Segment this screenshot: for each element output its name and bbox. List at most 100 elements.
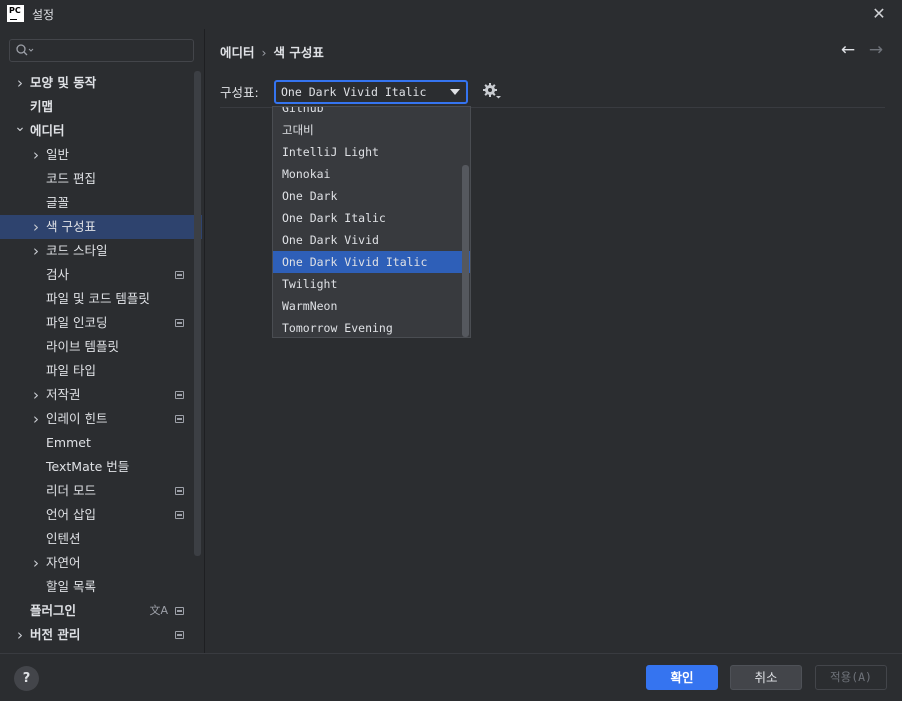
scheme-combobox[interactable]: One Dark Vivid Italic (274, 80, 468, 104)
breadcrumb-separator: › (261, 45, 267, 60)
dropdown-option[interactable]: One Dark Italic (273, 207, 469, 229)
search-input[interactable] (9, 39, 194, 62)
breadcrumb-current: 색 구성표 (273, 45, 324, 60)
sidebar-item-label: 언어 삽입 (46, 507, 96, 522)
sidebar-item-label: 파일 타입 (46, 363, 96, 378)
back-arrow-icon[interactable]: ← (838, 41, 858, 59)
breadcrumb: 에디터 › 색 구성표 (220, 42, 324, 61)
sidebar-item-label: 라이브 템플릿 (46, 339, 119, 354)
sidebar-item[interactable]: 코드 편집 (0, 167, 202, 191)
sidebar-item-label: 일반 (46, 147, 70, 162)
sidebar-item-label: 모양 및 동작 (30, 75, 97, 90)
chevron-right-icon[interactable]: › (30, 143, 42, 167)
dropdown-option[interactable]: Tomorrow Evening (273, 317, 469, 337)
sidebar-item-label: 플러그인 (30, 603, 77, 618)
sidebar-item[interactable]: TextMate 번들 (0, 455, 202, 479)
dialog-footer: ? 확인 취소 적용(A) (0, 653, 902, 701)
forward-arrow-icon[interactable]: → (866, 41, 886, 59)
dropdown-option[interactable]: Twilight (273, 273, 469, 295)
sidebar-item-label: 버전 관리 (30, 627, 81, 642)
sidebar-item[interactable]: › 모양 및 동작 (0, 71, 202, 95)
search-icon (16, 44, 34, 56)
sidebar-item[interactable]: 키맵 (0, 95, 202, 119)
settings-sidebar: › 모양 및 동작 키맵 ⌄ 에디터 › 일반 코드 편집 글꼴 › 색 구성표 › 코드 스타일 검사 파… (0, 29, 205, 653)
sidebar-item-label: 파일 및 코드 템플릿 (46, 291, 150, 306)
chevron-down-icon[interactable]: ⌄ (14, 115, 26, 139)
sidebar-item-label: 검사 (46, 267, 70, 282)
sidebar-item-label: 인레이 힌트 (46, 411, 108, 426)
app-logo-icon: PC (7, 5, 24, 22)
sidebar-item-label: 파일 인코딩 (46, 315, 108, 330)
sidebar-item[interactable]: 인텐션 (0, 527, 202, 551)
chevron-right-icon[interactable]: › (14, 623, 26, 647)
dropdown-option[interactable]: One Dark Vivid (273, 229, 469, 251)
sidebar-item[interactable]: Emmet (0, 431, 202, 455)
sidebar-item-label: 자연어 (46, 555, 81, 570)
dropdown-scrollbar[interactable] (462, 165, 469, 337)
project-scope-icon (175, 511, 184, 519)
dropdown-option[interactable]: One Dark (273, 185, 469, 207)
sidebar-item-label: Emmet (46, 435, 91, 450)
dropdown-option[interactable]: IntelliJ Light (273, 141, 469, 163)
chevron-right-icon[interactable]: › (30, 215, 42, 239)
sidebar-item-label: 인텐션 (46, 531, 81, 546)
dropdown-option[interactable]: Monokai (273, 163, 469, 185)
scheme-label: 구성표: (220, 85, 259, 100)
breadcrumb-parent[interactable]: 에디터 (220, 45, 255, 60)
sidebar-item[interactable]: › 저작권 (0, 383, 202, 407)
chevron-right-icon[interactable]: › (30, 239, 42, 263)
sidebar-item[interactable]: 파일 인코딩 (0, 311, 202, 335)
sidebar-item[interactable]: 리더 모드 (0, 479, 202, 503)
gear-icon[interactable] (482, 81, 502, 101)
sidebar-item[interactable]: › 색 구성표 (0, 215, 202, 239)
sidebar-item[interactable]: 파일 타입 (0, 359, 202, 383)
sidebar-scrollbar[interactable] (194, 71, 201, 556)
help-button[interactable]: ? (14, 666, 39, 691)
sidebar-item[interactable]: › 자연어 (0, 551, 202, 575)
sidebar-item[interactable]: 글꼴 (0, 191, 202, 215)
dropdown-option[interactable]: WarmNeon (273, 295, 469, 317)
close-icon[interactable]: ✕ (870, 5, 888, 23)
chevron-right-icon[interactable]: › (14, 71, 26, 95)
sidebar-item-label: 리더 모드 (46, 483, 96, 498)
sidebar-item-label: 코드 스타일 (46, 243, 108, 258)
sidebar-item[interactable]: 라이브 템플릿 (0, 335, 202, 359)
translate-icon: 文A (149, 604, 168, 617)
sidebar-item[interactable]: 할일 목록 (0, 575, 202, 599)
sidebar-item-label: TextMate 번들 (46, 459, 130, 474)
sidebar-item[interactable]: 플러그인 文A (0, 599, 202, 623)
sidebar-item-label: 키맵 (30, 99, 54, 114)
sidebar-item-label: 글꼴 (46, 195, 70, 210)
sidebar-item[interactable]: 파일 및 코드 템플릿 (0, 287, 202, 311)
ok-button[interactable]: 확인 (646, 665, 718, 690)
sidebar-item-label: 저작권 (46, 387, 81, 402)
chevron-right-icon[interactable]: › (30, 383, 42, 407)
sidebar-item[interactable]: › 일반 (0, 143, 202, 167)
chevron-down-icon (450, 89, 460, 95)
sidebar-item[interactable]: › 인레이 힌트 (0, 407, 202, 431)
sidebar-item[interactable]: 언어 삽입 (0, 503, 202, 527)
project-scope-icon (175, 607, 184, 615)
sidebar-item-label: 할일 목록 (46, 579, 96, 594)
apply-button[interactable]: 적용(A) (815, 665, 887, 690)
sidebar-item-label: 색 구성표 (46, 219, 96, 234)
project-scope-icon (175, 487, 184, 495)
sidebar-item[interactable]: › 버전 관리 (0, 623, 202, 647)
window-title: 설정 (32, 8, 55, 22)
sidebar-item[interactable]: ⌄ 에디터 (0, 119, 202, 143)
cancel-button[interactable]: 취소 (730, 665, 802, 690)
dropdown-option[interactable]: Github (273, 107, 469, 119)
project-scope-icon (175, 319, 184, 327)
dropdown-option[interactable]: One Dark Vivid Italic (273, 251, 470, 273)
sidebar-item-label: 에디터 (30, 123, 65, 138)
sidebar-item[interactable]: › 코드 스타일 (0, 239, 202, 263)
sidebar-item[interactable]: 검사 (0, 263, 202, 287)
project-scope-icon (175, 631, 184, 639)
dropdown-option[interactable]: 고대비 (273, 119, 469, 141)
project-scope-icon (175, 415, 184, 423)
chevron-right-icon[interactable]: › (30, 551, 42, 575)
scheme-dropdown-list: Tomorrow Evening WarmNeon Twilight One Dark… (272, 106, 471, 338)
chevron-right-icon[interactable]: › (30, 407, 42, 431)
sidebar-item-label: 코드 편집 (46, 171, 96, 186)
scheme-combobox-value: One Dark Vivid Italic (281, 85, 427, 99)
